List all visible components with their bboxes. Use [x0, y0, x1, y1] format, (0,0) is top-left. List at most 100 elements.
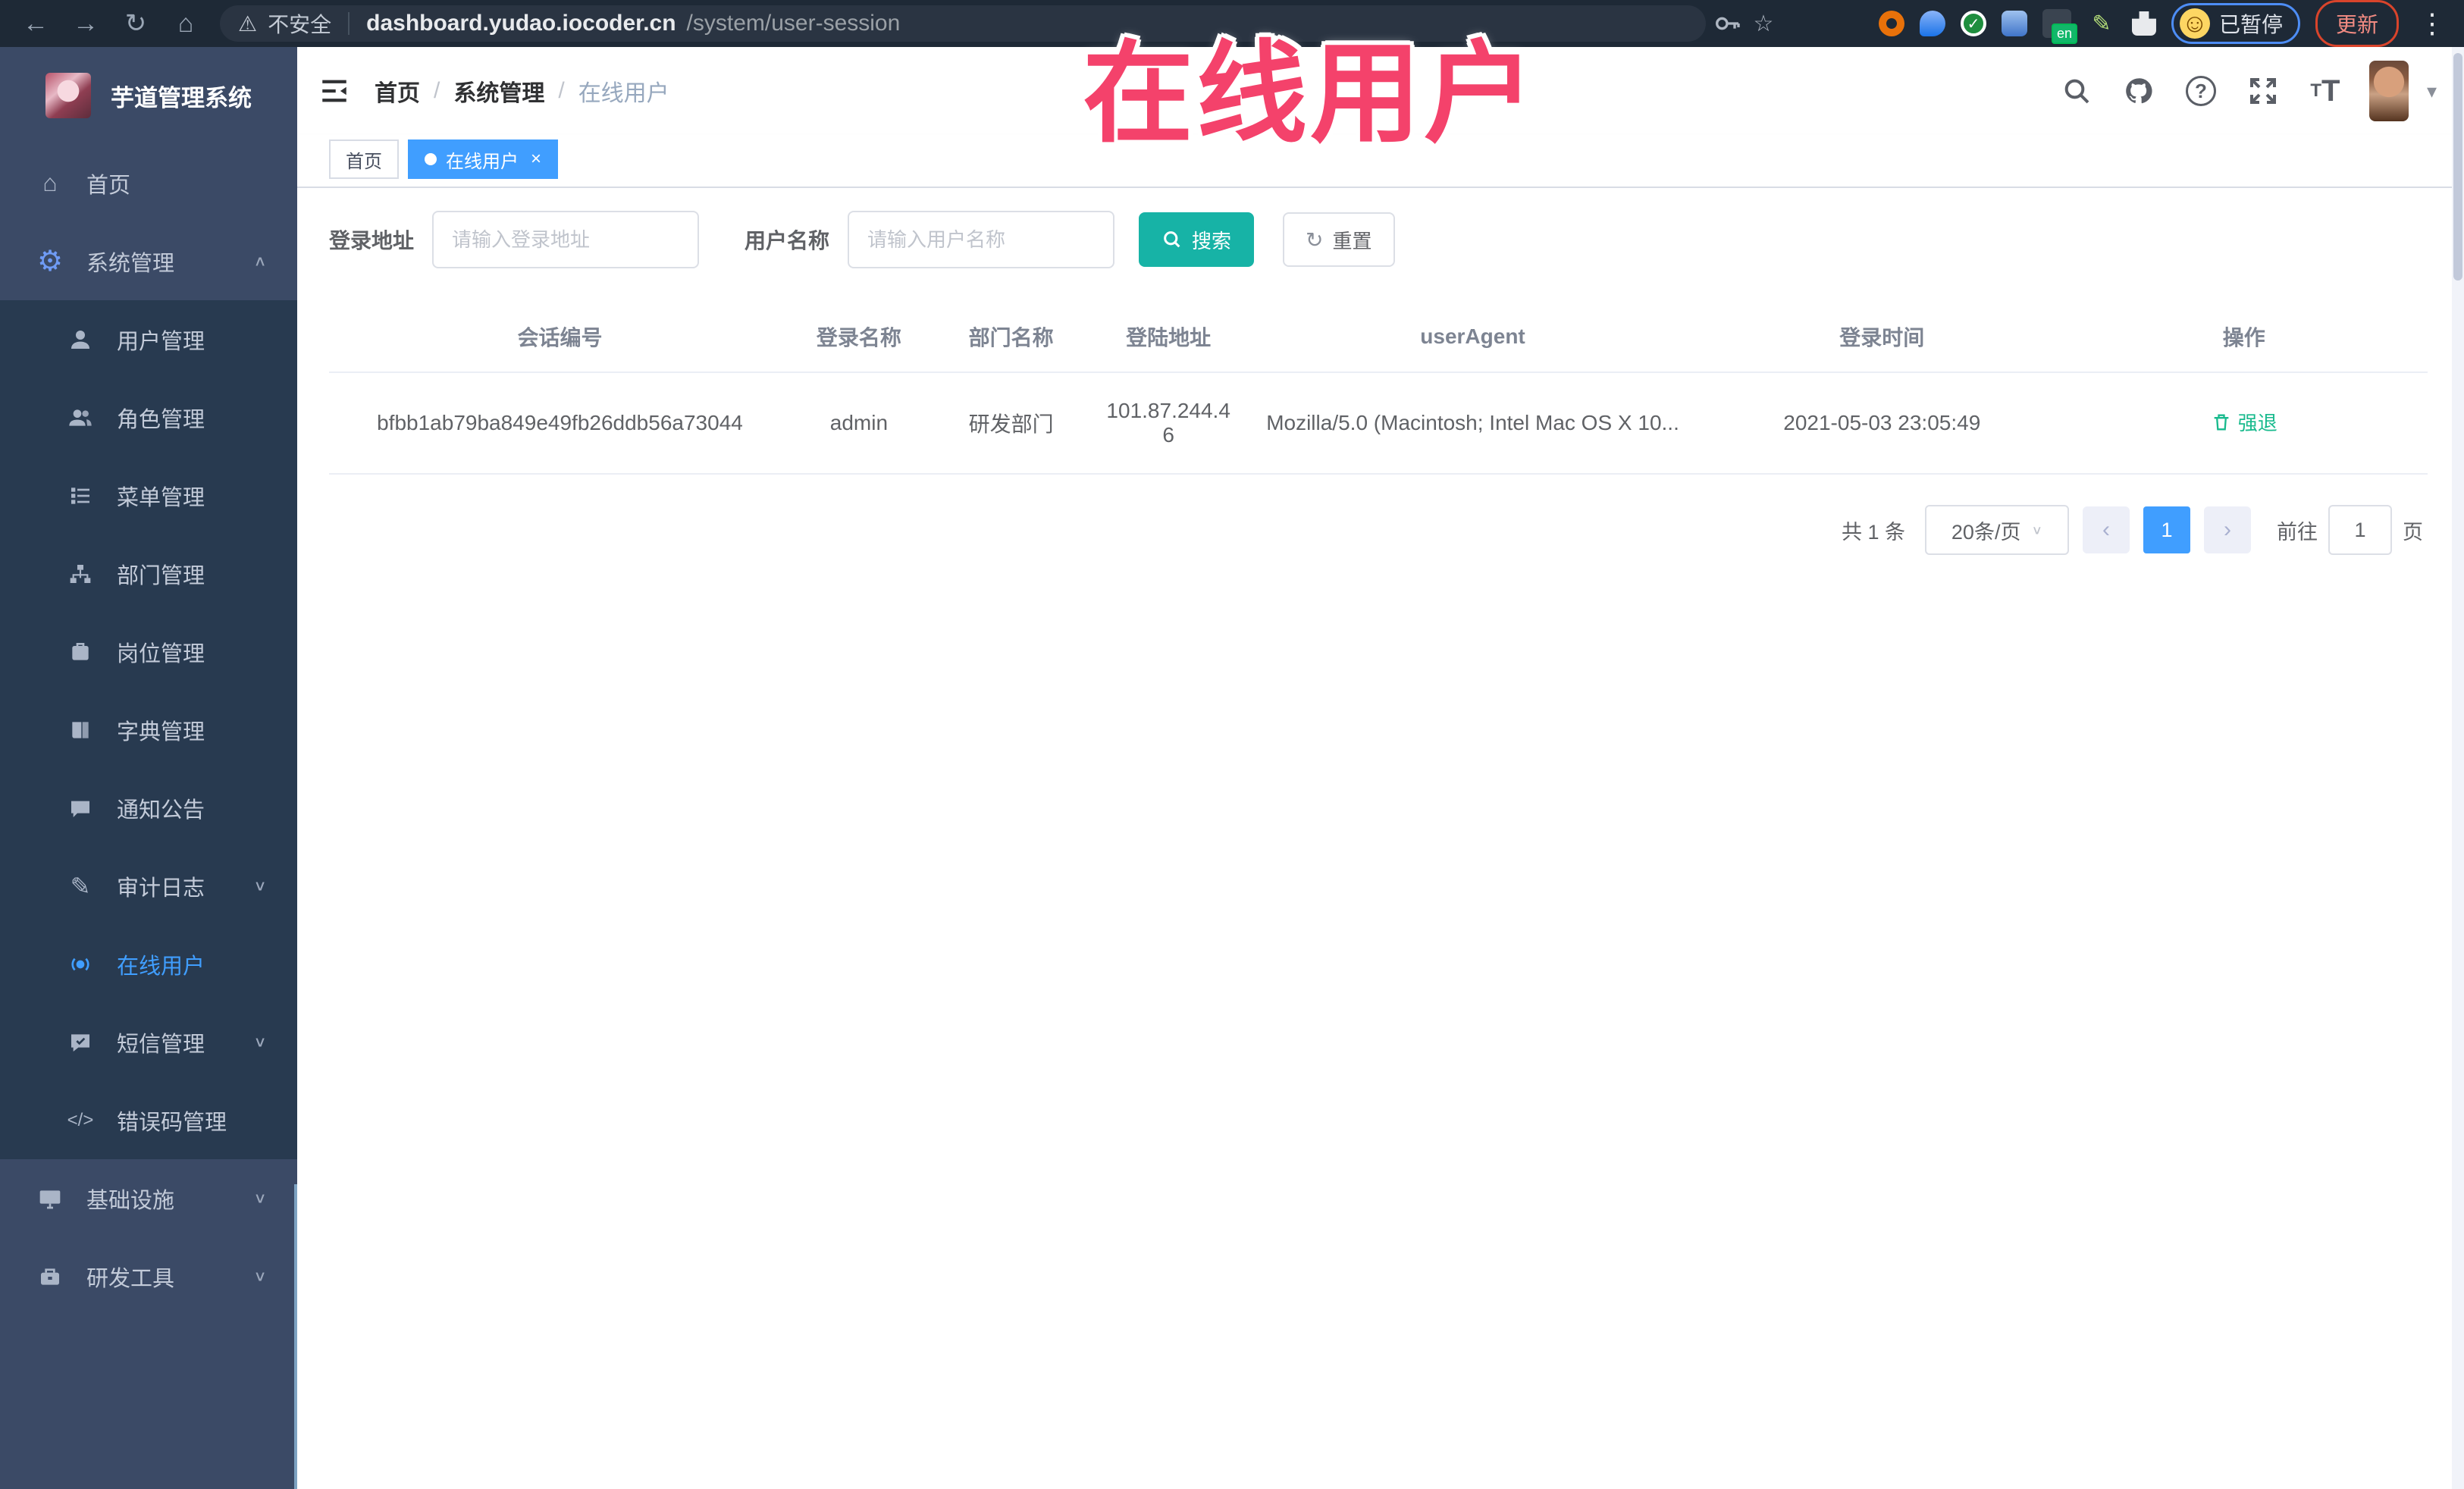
sidebar-item-dept-management[interactable]: 部门管理 — [0, 534, 297, 613]
announcement-icon — [65, 793, 96, 823]
browser-back-button[interactable]: ← — [14, 5, 58, 42]
next-page-button[interactable]: › — [2204, 506, 2251, 553]
extension-blue-icon[interactable] — [2001, 11, 2027, 36]
url-path: /system/user-session — [686, 11, 901, 36]
password-key-icon[interactable] — [1712, 8, 1742, 39]
sidebar-toggle-icon[interactable] — [318, 73, 355, 109]
menu-list-icon — [65, 481, 96, 511]
username-input[interactable] — [848, 211, 1115, 268]
profile-paused-badge[interactable]: ☺ 已暂停 — [2171, 3, 2300, 44]
sidebar-item-user-management[interactable]: 用户管理 — [0, 300, 297, 378]
page-scrollbar[interactable] — [2452, 47, 2464, 1489]
sidebar-logo-row[interactable]: 芋道管理系统 — [0, 47, 297, 144]
sidebar-item-error-code[interactable]: </> 错误码管理 — [0, 1081, 297, 1159]
breadcrumb-home[interactable]: 首页 — [375, 74, 420, 108]
sidebar-item-dev-tools[interactable]: 研发工具 ∨ — [0, 1237, 297, 1315]
browser-menu-icon[interactable]: ⋮ — [2414, 8, 2450, 39]
reset-button[interactable]: ↻ 重置 — [1283, 212, 1395, 267]
sidebar-item-system-management[interactable]: ⚙ 系统管理 ∧ — [0, 222, 297, 300]
login-address-input[interactable] — [432, 211, 700, 268]
sidebar-scrollbar[interactable] — [294, 1184, 297, 1489]
chevron-down-icon: ∨ — [2031, 523, 2043, 538]
col-login-time: 登录时间 — [1704, 302, 2061, 373]
extensions-puzzle-icon[interactable] — [2131, 11, 2156, 36]
help-question-glyph: ? — [2185, 76, 2216, 106]
browser-home-button[interactable]: ⌂ — [164, 5, 208, 42]
browser-forward-button[interactable]: → — [64, 5, 108, 42]
username-label: 用户名称 — [745, 229, 830, 252]
browser-update-button[interactable]: 更新 — [2315, 0, 2399, 47]
sidebar-item-label: 审计日志 — [117, 876, 205, 901]
sidebar-item-label: 在线用户 — [117, 954, 205, 979]
extension-pencil-icon[interactable]: ✎ — [2086, 8, 2117, 39]
font-size-icon[interactable]: TT — [2307, 73, 2343, 109]
extension-green-check-icon[interactable]: ✓ — [1960, 11, 1986, 36]
main-panel: 首页 / 系统管理 / 在线用户 ? T T ▾ 首页 在线用户 × 登录地址 … — [297, 47, 2464, 1489]
security-warning-icon[interactable]: ⚠ — [238, 11, 257, 36]
sidebar-item-label: 角色管理 — [117, 407, 205, 432]
search-button-label: 搜索 — [1192, 229, 1232, 252]
fullscreen-icon[interactable] — [2245, 73, 2281, 109]
search-icon[interactable] — [2058, 73, 2095, 109]
tab-home[interactable]: 首页 — [329, 139, 399, 179]
sidebar: 芋道管理系统 ⌂ 首页 ⚙ 系统管理 ∧ 用户管理 角色管理 菜单管理 部门管理… — [0, 47, 297, 1489]
toolbox-icon — [35, 1262, 65, 1292]
sidebar-item-notice[interactable]: 通知公告 — [0, 769, 297, 847]
extension-orange-icon[interactable] — [1878, 11, 1904, 36]
avatar[interactable] — [2368, 61, 2409, 121]
user-icon — [65, 324, 96, 355]
sidebar-item-online-users[interactable]: 在线用户 — [0, 925, 297, 1003]
breadcrumb-separator: / — [434, 78, 440, 103]
col-user-agent: userAgent — [1242, 302, 1704, 373]
tab-online-users[interactable]: 在线用户 × — [408, 139, 559, 179]
page-content: 登录地址 用户名称 搜索 ↻ 重置 — [297, 188, 2464, 1489]
code-icon: </> — [67, 1109, 94, 1130]
prev-page-button[interactable]: ‹ — [2083, 506, 2130, 553]
search-button-icon — [1164, 231, 1180, 248]
page-1-button[interactable]: 1 — [2143, 506, 2190, 553]
cell-ip: 101.87.244.46 — [1095, 372, 1243, 475]
gear-icon: ⚙ — [36, 246, 64, 277]
github-icon[interactable] — [2121, 73, 2157, 109]
col-ip: 登陆地址 — [1095, 302, 1243, 373]
scrollbar-thumb[interactable] — [2453, 53, 2462, 281]
browser-reload-button[interactable]: ↻ — [114, 5, 158, 42]
breadcrumb-section[interactable]: 系统管理 — [453, 74, 544, 108]
sidebar-item-menu-management[interactable]: 菜单管理 — [0, 456, 297, 534]
extension-en-badge: en — [2051, 24, 2077, 44]
sidebar-item-label: 系统管理 — [86, 251, 175, 276]
online-users-icon — [65, 949, 96, 980]
sidebar-item-infrastructure[interactable]: 基础设施 ∨ — [0, 1159, 297, 1237]
chevron-down-icon: ∨ — [253, 877, 267, 895]
sidebar-item-label: 通知公告 — [117, 798, 205, 823]
sidebar-item-dict-management[interactable]: 字典管理 — [0, 691, 297, 769]
sessions-table: 会话编号 登录名称 部门名称 登陆地址 userAgent 登录时间 操作 bf… — [329, 302, 2428, 475]
login-address-label: 登录地址 — [329, 229, 415, 252]
app-title: 芋道管理系统 — [111, 84, 252, 111]
sidebar-item-home[interactable]: ⌂ 首页 — [0, 144, 297, 222]
sidebar-item-audit-log[interactable]: ✎ 审计日志 ∨ — [0, 847, 297, 925]
sms-icon — [65, 1027, 96, 1058]
goto-label: 前往 — [2277, 520, 2318, 544]
sidebar-item-post-management[interactable]: 岗位管理 — [0, 613, 297, 691]
browser-extensions-area: ✓ en ✎ ☺ 已暂停 更新 ⋮ — [1878, 0, 2450, 47]
goto-page-input[interactable] — [2328, 505, 2392, 555]
avatar-caret-icon[interactable]: ▾ — [2427, 80, 2437, 103]
bookmark-star-icon[interactable]: ☆ — [1748, 8, 1779, 39]
breadcrumb-current: 在线用户 — [578, 81, 669, 106]
book-icon — [65, 715, 96, 745]
close-icon[interactable]: × — [531, 149, 541, 170]
force-logout-button[interactable]: 强退 — [2211, 408, 2277, 436]
extension-translate-icon[interactable]: en — [2042, 9, 2077, 44]
sidebar-item-role-management[interactable]: 角色管理 — [0, 378, 297, 456]
header-actions: ? TT ▾ — [2058, 61, 2437, 121]
sidebar-item-label: 研发工具 — [86, 1266, 175, 1291]
address-bar-divider — [348, 12, 350, 35]
cell-actions: 强退 — [2060, 372, 2428, 475]
search-form: 登录地址 用户名称 搜索 ↻ 重置 — [329, 211, 2428, 268]
page-size-select[interactable]: 20条/页 ∨ — [1925, 505, 2069, 555]
extension-drop-icon[interactable] — [1919, 11, 1945, 36]
help-icon[interactable]: ? — [2183, 73, 2219, 109]
search-button[interactable]: 搜索 — [1139, 212, 1255, 267]
sidebar-item-sms-management[interactable]: 短信管理 ∨ — [0, 1003, 297, 1081]
